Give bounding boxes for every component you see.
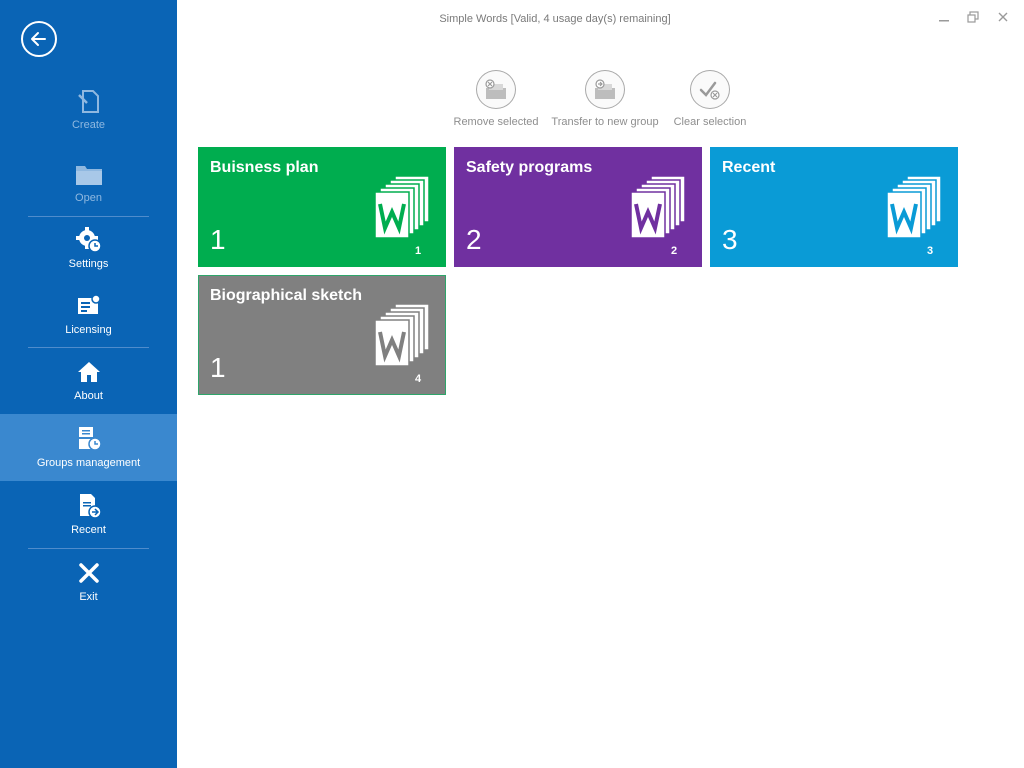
group-name: Biographical sketch	[210, 287, 363, 304]
folder-icon	[74, 159, 104, 189]
minimize-icon	[939, 20, 949, 22]
groups-management-icon	[74, 424, 104, 454]
word-documents-icon	[631, 175, 686, 239]
back-button[interactable]	[21, 21, 57, 57]
toolbar-label: Remove selected	[453, 116, 539, 128]
group-tile-buisness-plan[interactable]: Buisness plan 1 1	[198, 147, 446, 267]
group-tile-biographical-sketch[interactable]: Biographical sketch 1 4	[198, 275, 446, 395]
sidebar-item-about[interactable]: About	[0, 351, 177, 417]
sidebar-item-create[interactable]: Create	[0, 80, 177, 146]
app-window: Create Open Settings Licensing About Gro…	[0, 0, 1024, 768]
sidebar-item-settings[interactable]: Settings	[0, 219, 177, 285]
group-name: Recent	[722, 159, 776, 176]
settings-gear-icon	[74, 225, 104, 255]
minimize-button[interactable]	[933, 8, 955, 26]
group-name: Safety programs	[466, 159, 593, 176]
close-window-button[interactable]	[992, 8, 1014, 26]
sidebar-item-recent[interactable]: Recent	[0, 485, 177, 551]
sidebar-item-label: Groups management	[36, 457, 141, 469]
word-documents-icon	[375, 175, 430, 239]
remove-document-icon	[476, 70, 516, 109]
transfer-to-new-group-button[interactable]: Transfer to new group	[546, 70, 664, 128]
word-documents-icon	[887, 175, 942, 239]
clear-selection-button[interactable]: Clear selection	[672, 70, 748, 128]
group-tile-recent[interactable]: Recent 3 3	[710, 147, 958, 267]
sidebar-item-label: Settings	[68, 258, 109, 270]
sidebar-item-label: Recent	[71, 524, 106, 536]
toolbar-label: Transfer to new group	[551, 116, 659, 128]
group-name: Buisness plan	[210, 159, 319, 176]
restore-icon	[967, 11, 979, 23]
sidebar-divider	[28, 216, 149, 217]
group-count: 3	[722, 224, 738, 255]
sidebar-item-label: Exit	[79, 591, 98, 603]
close-icon	[998, 12, 1008, 22]
sidebar-item-groups-management[interactable]: Groups management	[0, 414, 177, 481]
clear-selection-icon	[690, 70, 730, 109]
license-icon	[74, 291, 104, 321]
create-document-icon	[74, 86, 104, 116]
sidebar-divider	[28, 347, 149, 348]
group-doc-number: 1	[415, 245, 422, 257]
toolbar-label: Clear selection	[673, 116, 747, 128]
home-icon	[74, 357, 104, 387]
sidebar-divider	[28, 548, 149, 549]
transfer-document-icon	[585, 70, 625, 109]
group-tile-safety-programs[interactable]: Safety programs 2 2	[454, 147, 702, 267]
word-documents-icon	[375, 303, 430, 367]
window-title: Simple Words [Valid, 4 usage day(s) rema…	[439, 13, 671, 25]
restore-button[interactable]	[962, 8, 984, 26]
remove-selected-button[interactable]: Remove selected	[453, 70, 539, 128]
sidebar-item-label: Open	[75, 192, 102, 204]
sidebar-item-label: Create	[71, 119, 106, 131]
sidebar-item-licensing[interactable]: Licensing	[0, 285, 177, 351]
group-doc-number: 3	[927, 245, 934, 257]
sidebar-item-label: About	[74, 390, 103, 402]
close-x-icon	[74, 558, 104, 588]
sidebar-item-label: Licensing	[65, 324, 112, 336]
sidebar-item-exit[interactable]: Exit	[0, 552, 177, 618]
arrow-left-icon	[31, 32, 46, 46]
group-doc-number: 4	[415, 373, 422, 385]
recent-documents-icon	[74, 491, 104, 521]
group-count: 1	[210, 224, 226, 255]
group-doc-number: 2	[671, 245, 678, 257]
group-count: 1	[210, 352, 226, 383]
sidebar-item-open[interactable]: Open	[0, 153, 177, 219]
sidebar: Create Open Settings Licensing About Gro…	[0, 0, 177, 768]
group-count: 2	[466, 224, 482, 255]
